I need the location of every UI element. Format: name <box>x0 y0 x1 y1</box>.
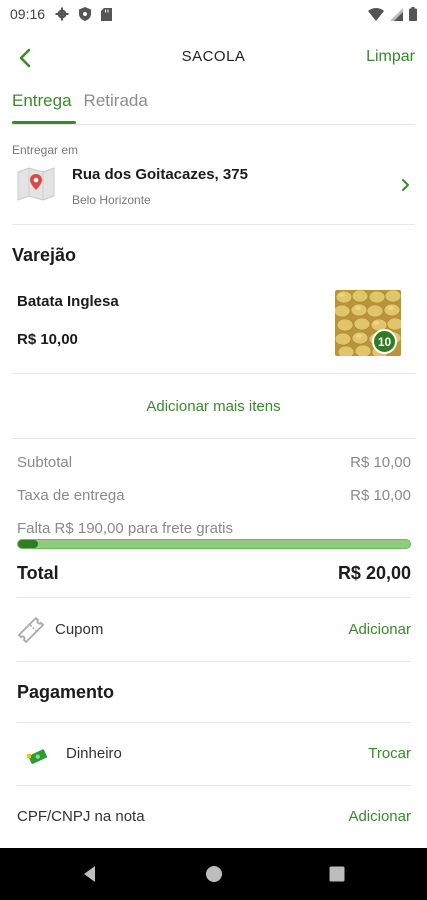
delivery-fee-label: Taxa de entrega <box>17 487 125 504</box>
store-name: Varejão <box>12 245 77 265</box>
total-row: Total R$ 20,00 <box>17 563 411 584</box>
wifi-icon <box>368 7 384 21</box>
chevron-right-icon <box>402 179 409 191</box>
subtotal-row: Subtotal R$ 10,00 <box>17 454 411 471</box>
free-shipping-progress <box>17 539 411 549</box>
coupon-ticket-icon <box>17 616 45 644</box>
divider <box>12 224 415 225</box>
tab-entrega[interactable]: Entrega <box>12 88 72 124</box>
cpf-label: CPF/CNPJ na nota <box>17 808 145 825</box>
total-label: Total <box>17 563 59 583</box>
battery-icon <box>409 7 417 21</box>
nav-home-icon[interactable] <box>204 864 224 884</box>
coupon-label: Cupom <box>55 621 104 638</box>
free-shipping-text: Falta R$ 190,00 para frete gratis <box>17 520 233 537</box>
status-bar: 09:16 <box>0 0 427 28</box>
status-left: 09:16 <box>10 6 113 22</box>
divider <box>17 722 411 723</box>
status-time: 09:16 <box>10 6 46 22</box>
deliver-label: Entregar em <box>12 143 79 157</box>
signal-icon <box>390 7 403 21</box>
payment-method-row[interactable]: Dinheiro Trocar <box>17 742 411 768</box>
cpf-row: CPF/CNPJ na nota Adicionar <box>17 808 411 825</box>
add-more-items-button[interactable]: Adicionar mais itens <box>0 398 427 415</box>
map-pin-icon <box>17 167 55 201</box>
delivery-fee-row: Taxa de entrega R$ 10,00 <box>17 487 411 504</box>
product-price: R$ 10,00 <box>17 331 78 348</box>
tab-retirada[interactable]: Retirada <box>84 88 148 124</box>
quantity-badge: 10 <box>372 329 397 354</box>
address-city: Belo Horizonte <box>72 193 151 207</box>
gear-icon <box>55 7 69 21</box>
tabs-divider <box>12 124 415 125</box>
nav-recents-icon[interactable] <box>327 864 347 884</box>
page-title: SACOLA <box>181 48 246 65</box>
free-shipping-progress-fill <box>18 540 38 548</box>
address-row[interactable]: Rua dos Goitacazes, 375 Belo Horizonte <box>12 162 415 212</box>
address-street: Rua dos Goitacazes, 375 <box>72 166 248 183</box>
divider <box>12 438 415 439</box>
divider <box>12 373 415 374</box>
cpf-add-button[interactable]: Adicionar <box>348 808 411 825</box>
subtotal-label: Subtotal <box>17 454 73 471</box>
sd-card-icon <box>101 7 113 21</box>
product-name: Batata Inglesa <box>17 293 119 310</box>
system-navigation-bar <box>0 848 427 900</box>
total-value: R$ 20,00 <box>337 563 411 583</box>
delivery-fee-value: R$ 10,00 <box>350 487 411 504</box>
delivery-tabs: Entrega Retirada <box>12 88 148 124</box>
payment-title: Pagamento <box>17 682 115 702</box>
app-bar: SACOLA Limpar <box>0 36 427 80</box>
nav-back-icon[interactable] <box>80 864 100 884</box>
divider <box>17 785 411 786</box>
divider <box>17 597 411 598</box>
cash-money-icon <box>27 749 48 765</box>
coupon-add-button[interactable]: Adicionar <box>348 621 411 638</box>
status-right <box>368 7 417 21</box>
divider <box>17 661 411 662</box>
payment-method-label: Dinheiro <box>66 745 122 762</box>
subtotal-value: R$ 10,00 <box>350 454 411 471</box>
coupon-row[interactable]: Cupom Adicionar <box>17 616 411 646</box>
payment-change-button[interactable]: Trocar <box>368 745 411 762</box>
shield-icon <box>79 7 92 21</box>
clear-button[interactable]: Limpar <box>366 48 415 66</box>
